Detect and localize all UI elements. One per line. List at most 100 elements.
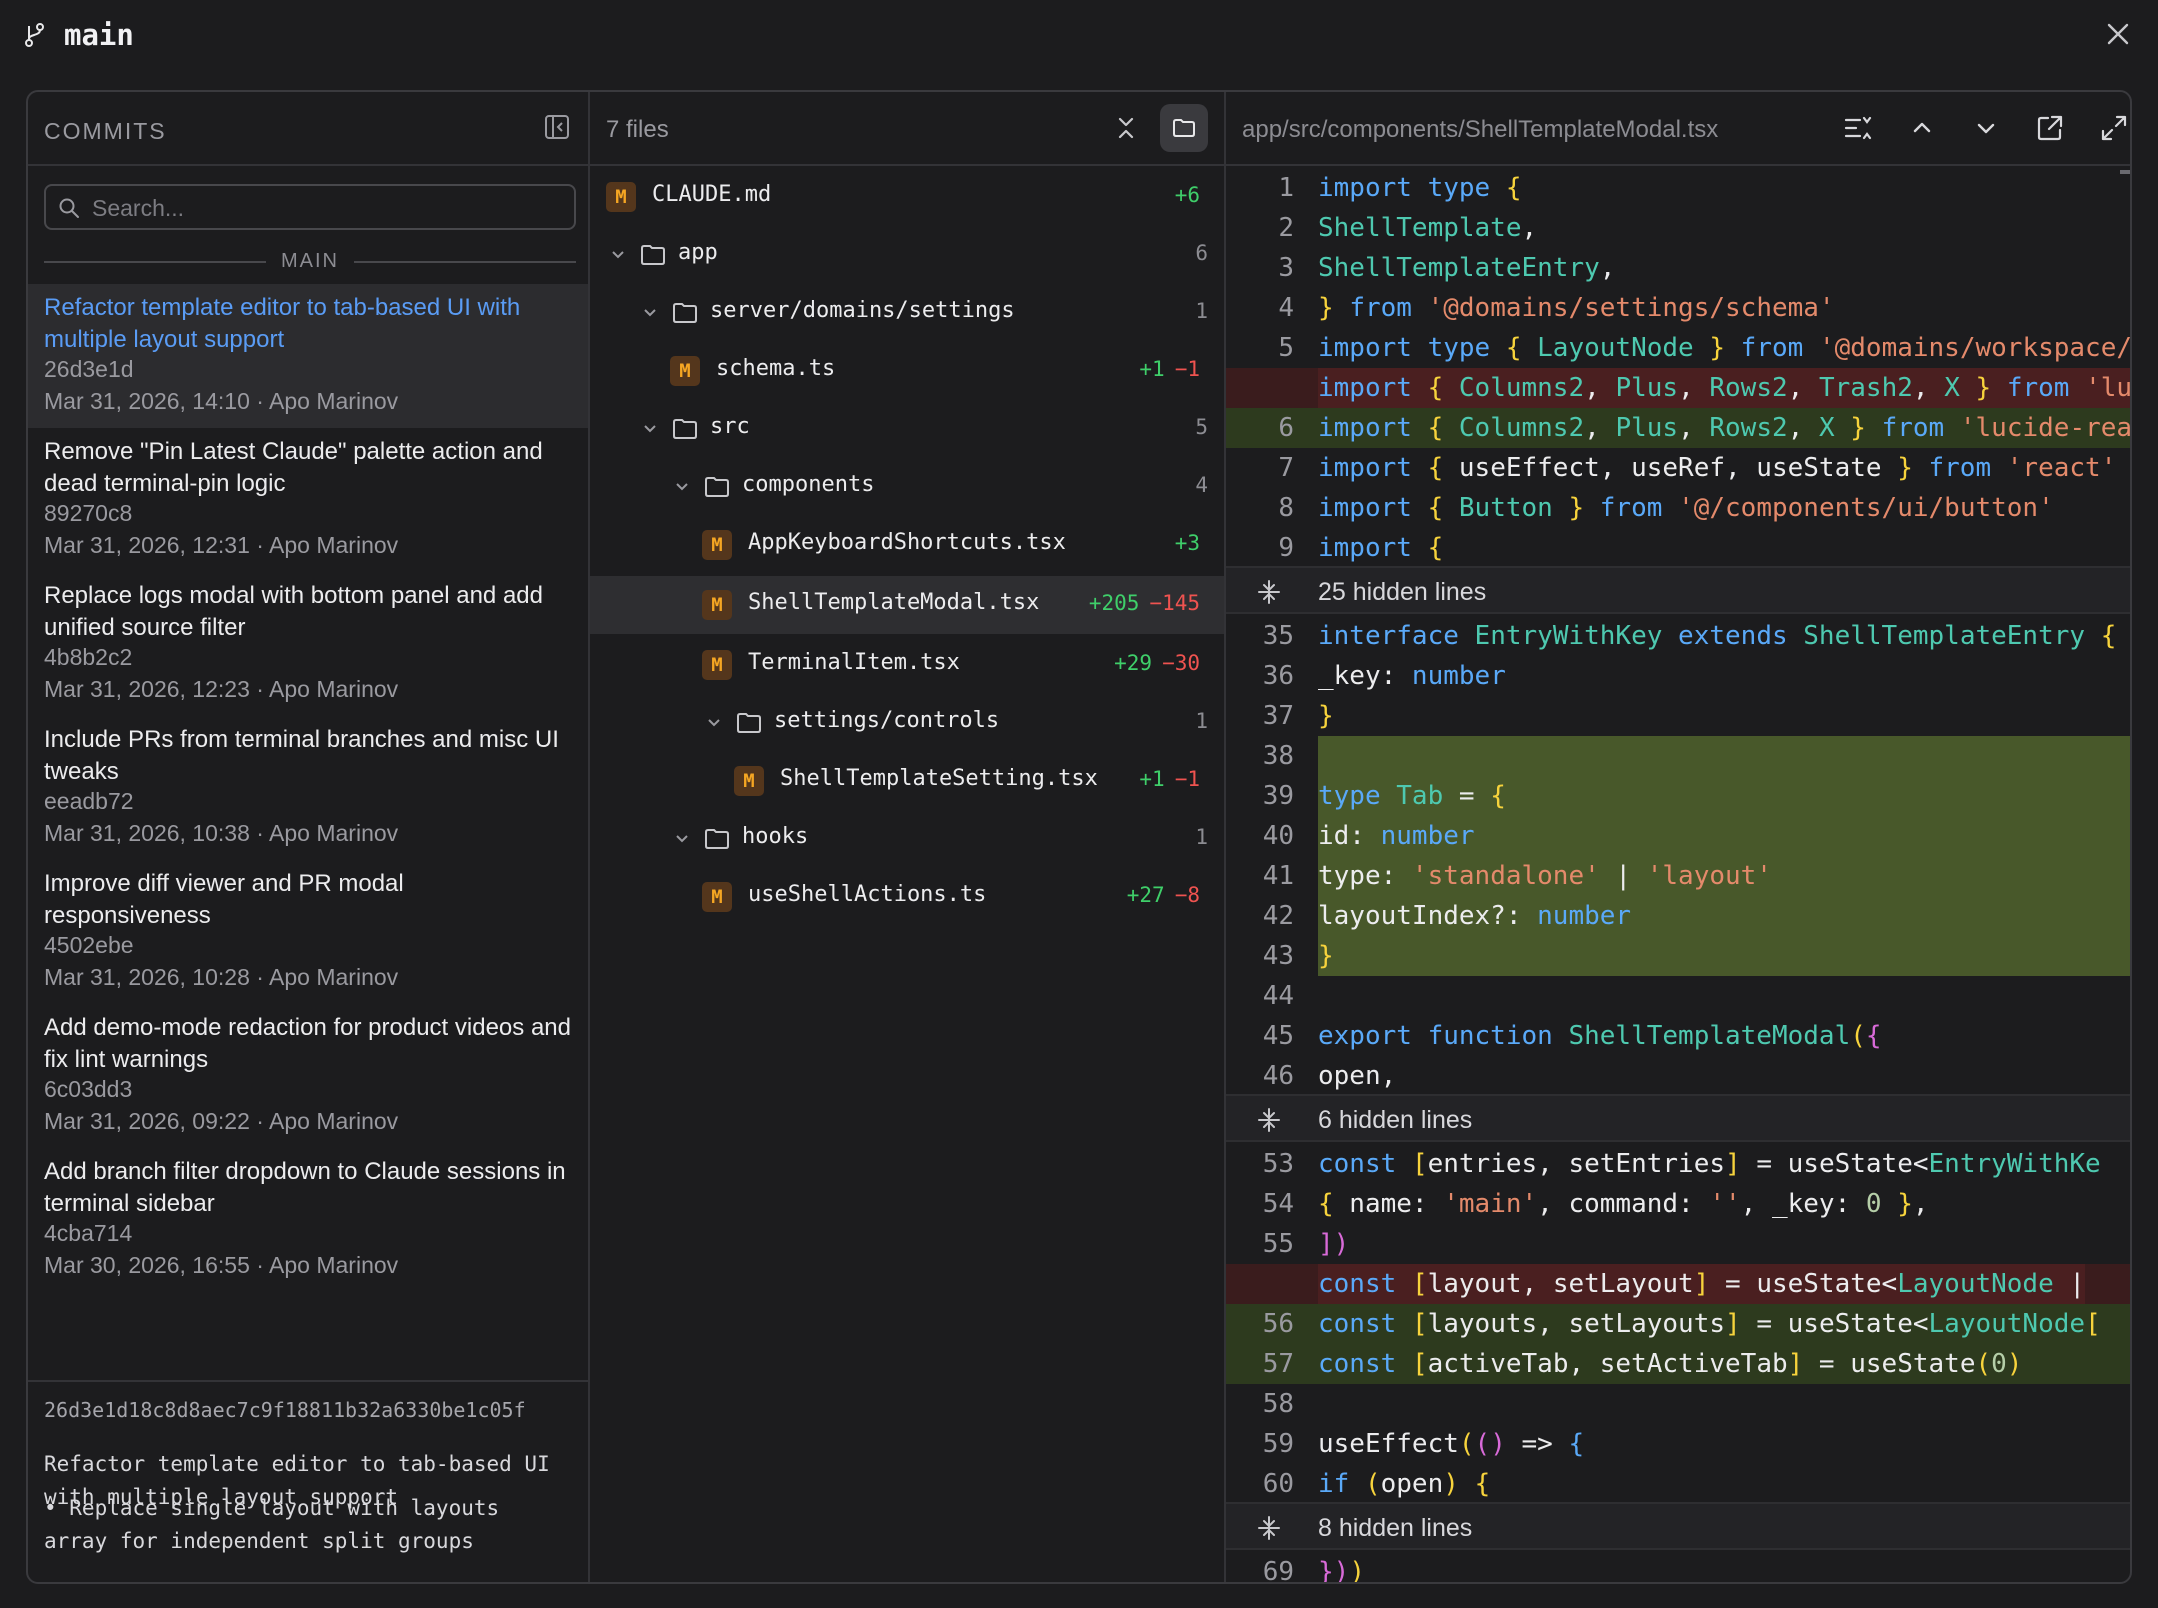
added-line: 42 layoutIndex?: number xyxy=(1226,896,2130,936)
sidebar-collapse-icon[interactable] xyxy=(544,114,570,140)
folder-row[interactable]: app 6 xyxy=(590,226,1224,284)
file-row[interactable]: M AppKeyboardShortcuts.tsx +3 xyxy=(590,516,1224,574)
line-number: 41 xyxy=(1262,861,1294,891)
line-number: 55 xyxy=(1262,1229,1294,1259)
commit-body: • Replace single layout with layouts arr… xyxy=(44,1496,500,1553)
code-line: 8 import { Button } from '@/components/ui… xyxy=(1226,488,2130,528)
code-line: 3 ShellTemplateEntry, xyxy=(1226,248,2130,288)
commit-item[interactable]: Add demo-mode redaction for product vide… xyxy=(28,1004,588,1148)
commit-item[interactable]: Include PRs from terminal branches and m… xyxy=(28,716,588,860)
maximize-icon[interactable] xyxy=(2098,112,2130,144)
hidden-lines-label: 6 hidden lines xyxy=(1318,1106,1473,1134)
expand-icon xyxy=(1258,1516,1280,1540)
chevron-up-icon[interactable] xyxy=(1906,112,1938,144)
folder-icon xyxy=(705,477,729,497)
file-row[interactable]: M ShellTemplateSetting.tsx +1 −1 xyxy=(590,752,1224,810)
commit-item[interactable]: Improve diff viewer and PR modal respons… xyxy=(28,860,588,1004)
code-line: 60 if (open) { xyxy=(1226,1464,2130,1504)
code-line: 5 import type { LayoutNode } from '@domai… xyxy=(1226,328,2130,368)
files-header: 7 files xyxy=(590,92,1224,166)
additions: +29 xyxy=(1114,651,1153,675)
folder-count: 1 xyxy=(1195,709,1208,733)
search-input[interactable] xyxy=(92,192,562,224)
deletions: −1 xyxy=(1174,357,1200,381)
code-line: 46 open, xyxy=(1226,1056,2130,1096)
folder-row[interactable]: server/domains/settings 1 xyxy=(590,284,1224,342)
line-number: 36 xyxy=(1262,661,1294,691)
list-settings-icon[interactable] xyxy=(1842,112,1874,144)
file-changes: +205 −145 xyxy=(1079,591,1200,615)
hidden-lines-label: 8 hidden lines xyxy=(1318,1514,1473,1542)
folder-row[interactable]: hooks 1 xyxy=(590,810,1224,868)
line-number: 39 xyxy=(1262,781,1294,811)
commit-message: Add branch filter dropdown to Claude ses… xyxy=(44,1158,566,1217)
code-line: 59 useEffect(() => { xyxy=(1226,1424,2130,1464)
commit-item[interactable]: Refactor template editor to tab-based UI… xyxy=(28,284,588,428)
file-path: app/src/components/ShellTemplateModal.ts… xyxy=(1242,116,1719,143)
file-name: TerminalItem.tsx xyxy=(748,650,960,675)
modified-badge: M xyxy=(702,530,732,560)
commit-search[interactable] xyxy=(44,184,576,230)
file-row[interactable]: M schema.ts +1 −1 xyxy=(590,342,1224,400)
folder-row[interactable]: src 5 xyxy=(590,400,1224,458)
folder-row[interactable]: settings/controls 1 xyxy=(590,694,1224,752)
line-number: 46 xyxy=(1262,1061,1294,1091)
commit-meta: Mar 30, 2026, 16:55 · Apo Marinov xyxy=(44,1252,399,1278)
folder-row[interactable]: components 4 xyxy=(590,458,1224,516)
commit-item[interactable]: Replace logs modal with bottom panel and… xyxy=(28,572,588,716)
line-number: 7 xyxy=(1278,453,1294,483)
file-changes: +27 −8 xyxy=(1117,883,1200,907)
line-number: 37 xyxy=(1262,701,1294,731)
commit-message: Include PRs from terminal branches and m… xyxy=(44,726,559,785)
file-row[interactable]: M useShellActions.ts +27 −8 xyxy=(590,868,1224,926)
folder-view-toggle[interactable] xyxy=(1160,104,1208,152)
removed-line: const [layout, setLayout] = useState<Lay… xyxy=(1226,1264,2130,1304)
added-line: 43} xyxy=(1226,936,2130,976)
code-line: 45 export function ShellTemplateModal({ xyxy=(1226,1016,2130,1056)
folder-count: 1 xyxy=(1195,825,1208,849)
folder-name: app xyxy=(678,240,718,265)
folder-name: server/domains/settings xyxy=(710,298,1015,323)
diff-code: 1 import type { 2 ShellTemplate, 3 ShellT… xyxy=(1226,168,2130,1582)
external-link-icon[interactable] xyxy=(2034,112,2066,144)
folder-count: 4 xyxy=(1195,473,1208,497)
deletions: −145 xyxy=(1149,591,1200,615)
file-row[interactable]: M TerminalItem.tsx +29 −30 xyxy=(590,636,1224,694)
line-number: 38 xyxy=(1262,741,1294,771)
folder-icon xyxy=(641,245,665,265)
line-number: 59 xyxy=(1262,1429,1294,1459)
commit-meta: Mar 31, 2026, 10:38 · Apo Marinov xyxy=(44,820,399,846)
file-row[interactable]: M ShellTemplateModal.tsx +205 −145 xyxy=(590,576,1224,634)
commits-title: COMMITS xyxy=(44,118,167,144)
expand-hidden-lines[interactable]: 8 hidden lines xyxy=(1226,1502,2130,1550)
expand-icon xyxy=(1258,580,1280,604)
branch-label: MAIN xyxy=(281,250,339,272)
files-pane: 7 files M CLAUDE.md +6 app 6 server/doma… xyxy=(590,92,1226,1582)
added-line: 56 const [layouts, setLayouts] = useStat… xyxy=(1226,1304,2130,1344)
code-line: 1 import type { xyxy=(1226,168,2130,208)
commit-message: Add demo-mode redaction for product vide… xyxy=(44,1014,571,1073)
line-number: 60 xyxy=(1262,1469,1294,1499)
code-line: 9 import { xyxy=(1226,528,2130,568)
code-line: 2 ShellTemplate, xyxy=(1226,208,2130,248)
line-number: 5 xyxy=(1278,333,1294,363)
commit-item[interactable]: Add branch filter dropdown to Claude ses… xyxy=(28,1148,588,1292)
collapse-all-icon[interactable] xyxy=(1112,114,1140,142)
code-line: 36 _key: number xyxy=(1226,656,2130,696)
line-number: 9 xyxy=(1278,533,1294,563)
file-changes: +29 −30 xyxy=(1104,651,1200,675)
line-number: 53 xyxy=(1262,1149,1294,1179)
chevron-down-icon[interactable] xyxy=(1970,112,2002,144)
line-number: 45 xyxy=(1262,1021,1294,1051)
line-number: 4 xyxy=(1278,293,1294,323)
close-icon[interactable] xyxy=(2100,16,2136,52)
expand-hidden-lines[interactable]: 6 hidden lines xyxy=(1226,1094,2130,1142)
file-name: ShellTemplateSetting.tsx xyxy=(780,766,1098,791)
code-line: 53 const [entries, setEntries] = useStat… xyxy=(1226,1144,2130,1184)
expand-hidden-lines[interactable]: 25 hidden lines xyxy=(1226,566,2130,614)
file-row[interactable]: M CLAUDE.md +6 xyxy=(590,168,1224,226)
commit-list: Refactor template editor to tab-based UI… xyxy=(28,284,588,1380)
commit-item[interactable]: Remove "Pin Latest Claude" palette actio… xyxy=(28,428,588,572)
line-number: 35 xyxy=(1262,621,1294,651)
code-line: 55 ]) xyxy=(1226,1224,2130,1264)
